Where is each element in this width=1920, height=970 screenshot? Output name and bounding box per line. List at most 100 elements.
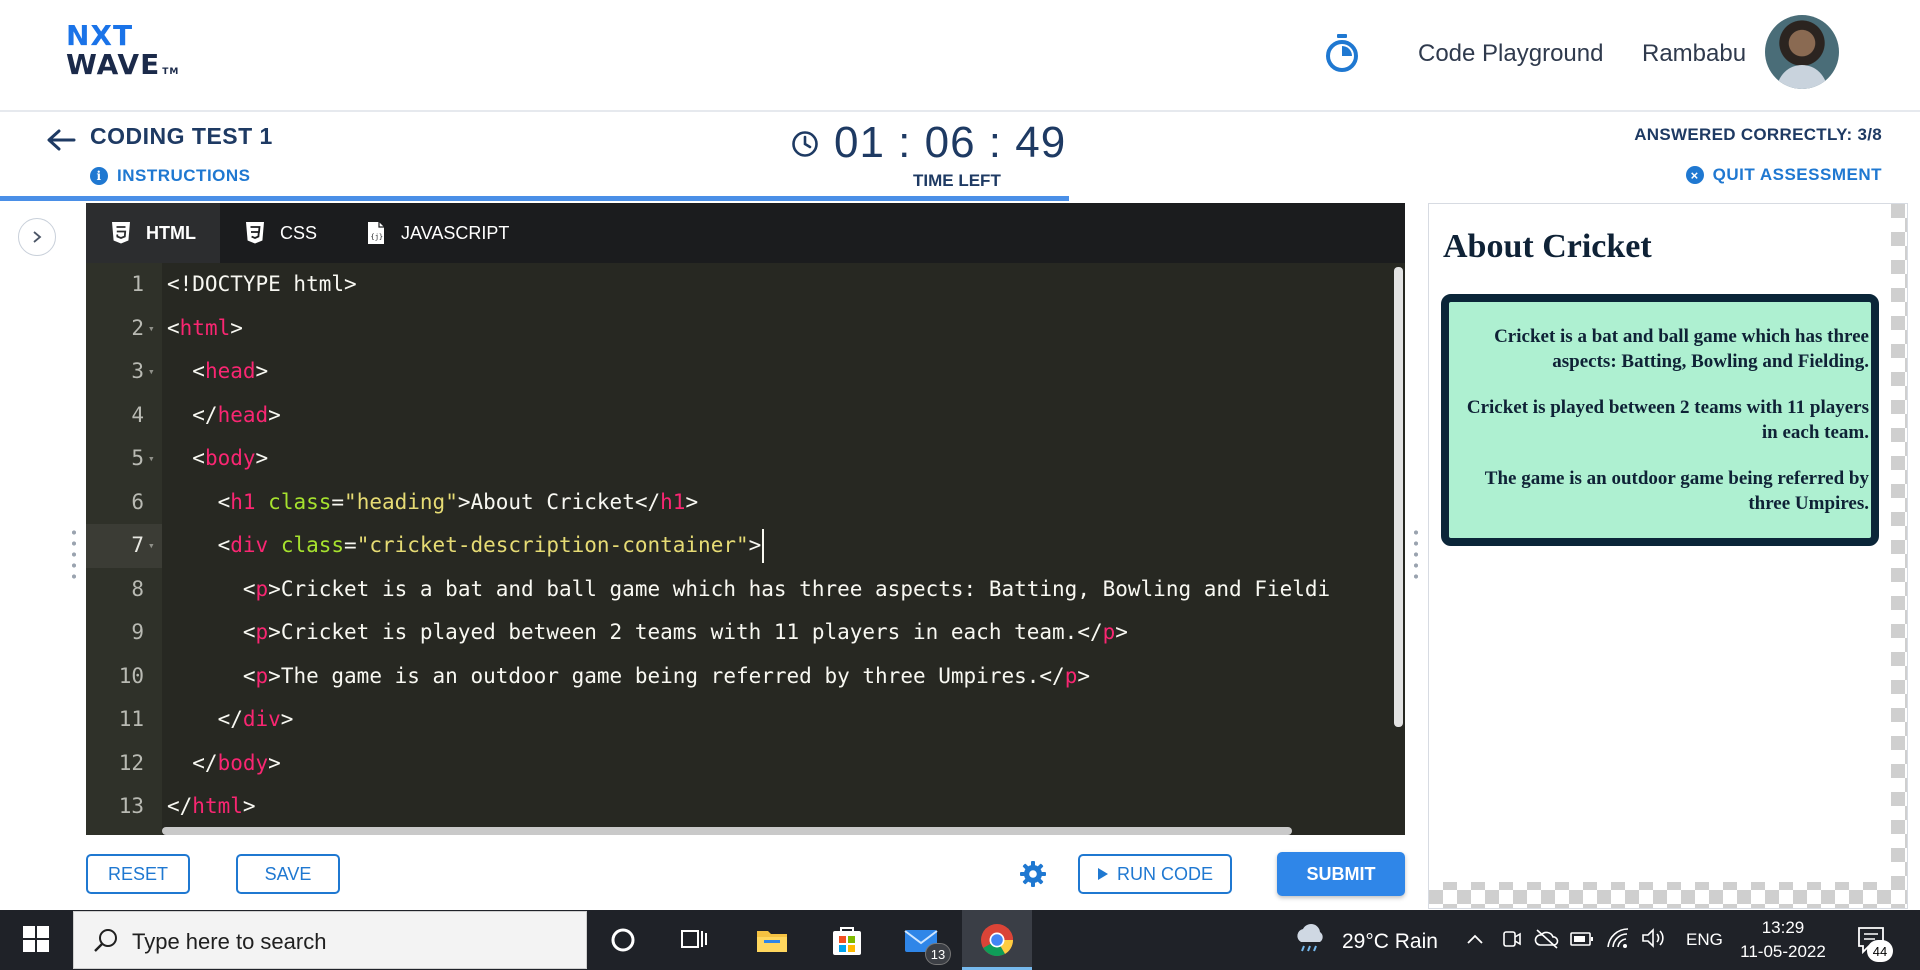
battery-icon[interactable]: [1570, 930, 1594, 948]
code-area[interactable]: 1 <!DOCTYPE html> 2 ▾ <html> 3 ▾ <head> 4 </hea…: [86, 263, 1392, 823]
css3-icon: [244, 221, 266, 245]
tab-label: HTML: [146, 222, 196, 243]
code-line[interactable]: 9 <p>Cricket is played between 2 teams w…: [86, 611, 1392, 655]
js-file-icon: {j}: [365, 221, 387, 245]
code-token: >: [268, 750, 281, 775]
code-token: >: [1077, 663, 1090, 688]
cricket-description-container: Cricket is a bat and ball game which has…: [1441, 294, 1879, 546]
code-line[interactable]: 13 </html>: [86, 785, 1392, 823]
code-token: div: [230, 533, 269, 557]
clock-icon: [792, 131, 818, 157]
left-resize-handle[interactable]: [71, 527, 77, 583]
microsoft-store-icon[interactable]: [829, 922, 865, 958]
instructions-link[interactable]: i INSTRUCTIONS: [90, 166, 251, 186]
taskbar-search-box[interactable]: Type here to search: [73, 911, 587, 969]
tab-html[interactable]: HTML: [86, 203, 220, 263]
nxtwave-logo[interactable]: NXT WAVE TM: [66, 22, 186, 84]
code-token: head: [217, 402, 269, 427]
text-cursor: [762, 529, 765, 563]
code-line[interactable]: 10 <p>The game is an outdoor game being …: [86, 655, 1392, 699]
code-text: <head>: [167, 350, 268, 394]
back-arrow-icon[interactable]: [44, 126, 78, 154]
avatar[interactable]: [1765, 15, 1839, 89]
code-token: >: [268, 402, 281, 427]
save-button[interactable]: SAVE: [236, 854, 340, 894]
code-token: div: [242, 707, 281, 731]
code-line[interactable]: 12 </body>: [86, 742, 1392, 786]
code-token: </: [167, 707, 243, 731]
code-token: >Cricket is played between 2 teams with …: [268, 620, 1103, 644]
tab-css[interactable]: CSS: [220, 203, 341, 263]
line-number: 1: [131, 272, 144, 296]
line-number: 5: [131, 446, 144, 470]
info-icon: i: [90, 167, 108, 185]
code-line[interactable]: 5 ▾ <body>: [86, 437, 1392, 481]
code-line[interactable]: 6 <h1 class="heading">About Cricket</h1>: [86, 481, 1392, 525]
meet-now-icon[interactable]: [1500, 928, 1522, 950]
code-token: >: [242, 794, 256, 818]
code-line[interactable]: 3 ▾ <head>: [86, 350, 1392, 394]
fold-arrow-icon[interactable]: ▾: [148, 307, 155, 351]
line-number: 13: [118, 794, 144, 818]
gear-icon[interactable]: [1019, 860, 1047, 888]
right-resize-handle[interactable]: [1413, 527, 1419, 583]
preview-paragraph: The game is an outdoor game being referr…: [1484, 468, 1869, 514]
code-text: <h1 class="heading">About Cricket</h1>: [167, 481, 699, 525]
run-code-button[interactable]: RUN CODE: [1078, 854, 1232, 894]
tab-javascript[interactable]: {j} JAVASCRIPT: [341, 203, 533, 263]
weather-text[interactable]: 29°C Rain: [1342, 930, 1438, 954]
language-indicator[interactable]: ENG: [1686, 930, 1723, 950]
vertical-scrollbar[interactable]: [1394, 267, 1403, 727]
stopwatch-icon[interactable]: [1324, 33, 1360, 73]
code-token: >About Cricket</: [457, 489, 661, 514]
horizontal-scrollbar[interactable]: [162, 827, 1292, 835]
cortana-icon[interactable]: [605, 922, 641, 958]
quit-assessment-button[interactable]: × QUIT ASSESSMENT: [1685, 165, 1882, 185]
expand-panel-button[interactable]: [18, 218, 56, 256]
countdown-timer: 01 : 06 : 49: [834, 118, 1067, 167]
onedrive-offline-icon[interactable]: [1534, 928, 1560, 950]
code-editor[interactable]: HTML CSS {j} JAVASCRIPT 1 <!DOCTYPE html> 2 ▾ <…: [86, 203, 1405, 835]
code-line[interactable]: 2 ▾ <html>: [86, 307, 1392, 351]
user-name[interactable]: Rambabu: [1642, 40, 1746, 68]
file-explorer-icon[interactable]: [754, 922, 790, 958]
reset-button[interactable]: RESET: [86, 854, 190, 894]
submit-button[interactable]: SUBMIT: [1277, 852, 1405, 896]
speaker-icon[interactable]: [1640, 927, 1666, 949]
code-line[interactable]: 1 <!DOCTYPE html>: [86, 263, 1392, 307]
code-text: <p>Cricket is a bat and ball game which …: [167, 568, 1330, 612]
fold-arrow-icon[interactable]: ▾: [148, 437, 155, 481]
windows-start-icon[interactable]: [22, 925, 50, 953]
instructions-label: INSTRUCTIONS: [117, 166, 251, 185]
fold-arrow-icon[interactable]: ▾: [148, 524, 155, 568]
code-line[interactable]: 7 ▾ <div class="cricket-description-conta…: [86, 524, 1392, 568]
line-number: 4: [131, 402, 144, 427]
chevron-up-icon[interactable]: [1466, 932, 1484, 946]
fold-arrow-icon[interactable]: ▾: [148, 350, 155, 394]
code-text: <body>: [167, 437, 268, 481]
code-token: html: [192, 794, 243, 818]
code-token: h1: [230, 489, 256, 514]
code-token: <: [167, 359, 205, 383]
code-text: </html>: [167, 785, 256, 823]
wifi-icon[interactable]: [1606, 927, 1630, 949]
line-number: 8: [131, 576, 144, 601]
task-view-icon[interactable]: [676, 922, 712, 958]
code-line[interactable]: 4 </head>: [86, 394, 1392, 438]
chrome-taskbar-button[interactable]: [962, 910, 1032, 970]
code-token: <: [167, 663, 256, 688]
code-token: <: [167, 315, 180, 340]
code-token: html: [179, 315, 231, 340]
code-line[interactable]: 11 </div>: [86, 698, 1392, 742]
clock-date: 11-05-2022: [1740, 942, 1826, 961]
code-line[interactable]: 8 <p>Cricket is a bat and ball game whic…: [86, 568, 1392, 612]
taskbar-clock[interactable]: 13:29 11-05-2022: [1737, 916, 1829, 964]
code-playground-link[interactable]: Code Playground: [1418, 40, 1603, 68]
weather-rain-icon[interactable]: [1292, 920, 1328, 956]
code-token: >: [280, 707, 294, 731]
code-token: p: [255, 663, 269, 688]
quit-label: QUIT ASSESSMENT: [1712, 165, 1882, 184]
logo-line-2: WAVE TM: [66, 48, 180, 81]
code-token: <: [167, 533, 231, 557]
